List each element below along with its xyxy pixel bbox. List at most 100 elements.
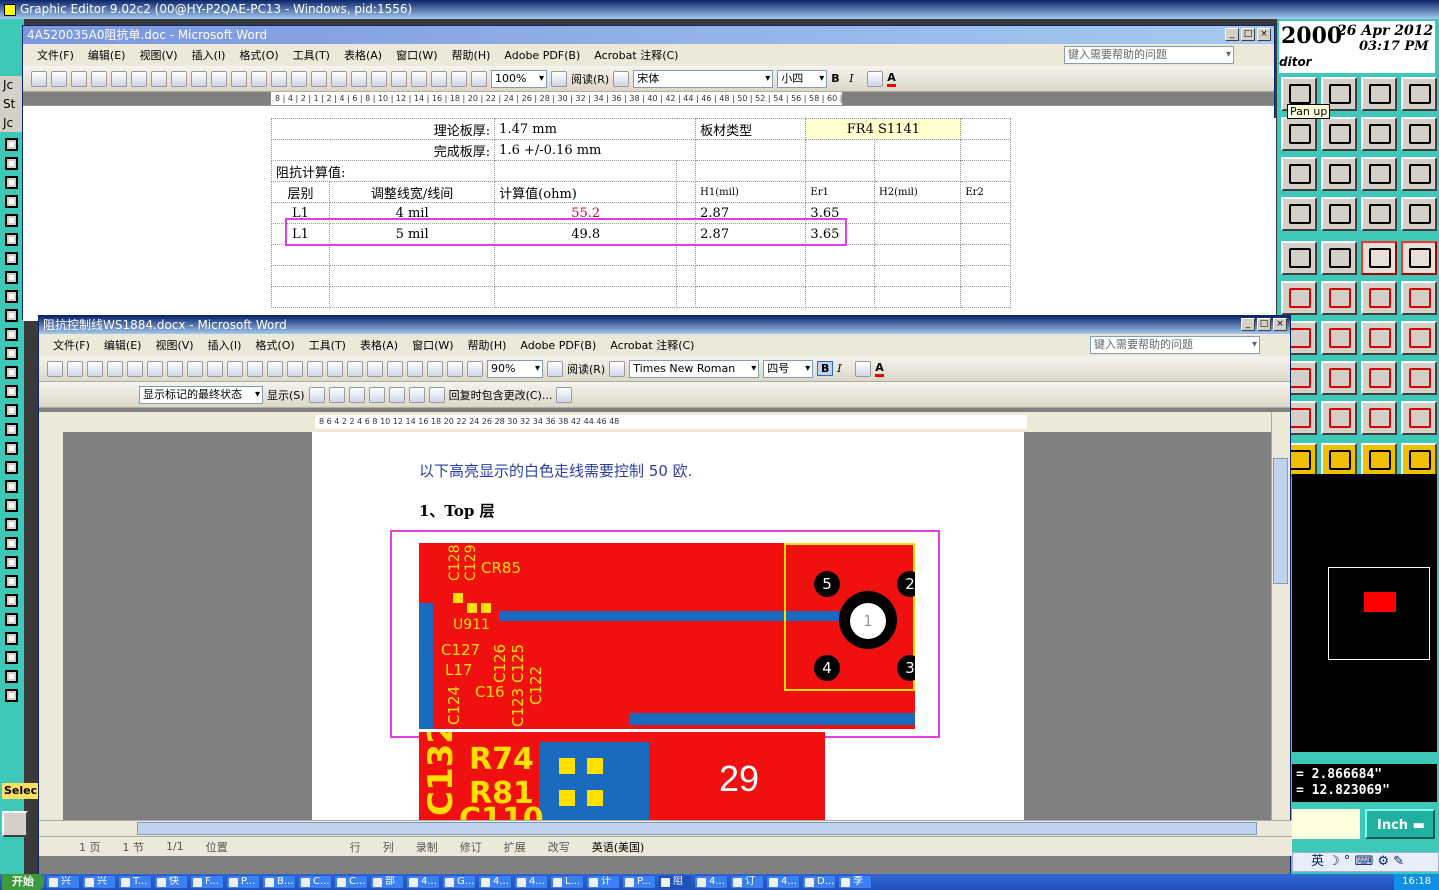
styles-icon[interactable]	[613, 70, 630, 87]
track-icon[interactable]	[428, 386, 445, 403]
print-icon[interactable]	[111, 70, 127, 87]
taskbar-item[interactable]: 兴	[46, 875, 80, 889]
word1-window[interactable]: 4A520035A0阻抗单.doc - Microsoft Word _ □ × 文…	[22, 25, 1276, 321]
taskbar-item[interactable]: F...	[190, 875, 224, 889]
undo-icon[interactable]	[307, 360, 323, 377]
word2-vruler[interactable]	[39, 432, 63, 820]
ime-language[interactable]: 英	[1311, 854, 1324, 869]
ge-left-toolbox[interactable]	[0, 138, 24, 702]
close-button[interactable]: ×	[1257, 28, 1271, 41]
new-icon[interactable]	[47, 360, 63, 377]
maximize-button[interactable]: □	[1241, 28, 1255, 41]
zoom-tool-icon[interactable]	[2, 811, 28, 837]
format-painter-icon[interactable]	[271, 70, 287, 87]
ge-tool-button[interactable]	[1401, 321, 1437, 355]
ge-tool-button[interactable]	[1361, 117, 1397, 151]
tables-icon[interactable]	[351, 70, 367, 87]
layer-toggle-icon[interactable]	[5, 480, 18, 493]
copy-icon[interactable]	[231, 70, 247, 87]
taskbar-item[interactable]: B...	[262, 875, 296, 889]
ime-bar[interactable]: 英 ☽ ° ⌨ ⚙ ✎	[1292, 852, 1439, 872]
menu-acrobat[interactable]: Acrobat 注释(C)	[594, 47, 678, 63]
taskbar-item[interactable]: 阻	[658, 875, 692, 889]
docmap-icon[interactable]	[467, 360, 483, 377]
cut-icon[interactable]	[227, 360, 243, 377]
size-select[interactable]: 四号	[763, 359, 814, 378]
taskbar-item[interactable]: P...	[226, 875, 260, 889]
ge-tool-button[interactable]	[1401, 361, 1437, 395]
ge-tool-button[interactable]	[1401, 117, 1437, 151]
prev-change-icon[interactable]	[308, 386, 325, 403]
ge-tool-button[interactable]	[1401, 401, 1437, 435]
taskbar-item[interactable]: 计	[586, 875, 620, 889]
columns-icon[interactable]	[411, 70, 427, 87]
docmap-icon[interactable]	[451, 70, 467, 87]
ge-minimap[interactable]	[1292, 474, 1437, 752]
menu-insert[interactable]: 插入(I)	[192, 47, 226, 63]
save-icon[interactable]	[71, 70, 87, 87]
layer-toggle-icon[interactable]	[5, 176, 18, 189]
drawing-icon[interactable]	[431, 70, 447, 87]
taskbar-item[interactable]: D...	[802, 875, 836, 889]
reviewing-pane-icon[interactable]	[556, 386, 573, 403]
font-color-icon[interactable]: A	[887, 71, 896, 87]
layer-toggle-icon[interactable]	[5, 518, 18, 531]
tables-icon[interactable]	[367, 360, 383, 377]
font-select[interactable]: 宋体	[633, 69, 774, 88]
taskbar-item[interactable]: 4...	[406, 875, 440, 889]
taskbar-item[interactable]: G...	[442, 875, 476, 889]
menu-window[interactable]: 窗口(W)	[412, 337, 453, 353]
read-button[interactable]: 阅读(R)	[567, 361, 605, 377]
bold-icon[interactable]: B	[831, 72, 845, 85]
ge-tool-button[interactable]	[1361, 281, 1397, 315]
align-icon[interactable]	[855, 360, 872, 377]
ge-tool-button[interactable]	[1281, 157, 1317, 191]
layer-toggle-icon[interactable]	[5, 499, 18, 512]
layer-toggle-icon[interactable]	[5, 613, 18, 626]
layer-toggle-icon[interactable]	[5, 670, 18, 683]
layer-toggle-icon[interactable]	[5, 404, 18, 417]
menu-format[interactable]: 格式(O)	[255, 337, 294, 353]
layer-toggle-icon[interactable]	[5, 347, 18, 360]
menu-tools[interactable]: 工具(T)	[309, 337, 346, 353]
maximize-button[interactable]: □	[1257, 318, 1271, 331]
ge-tool-button[interactable]	[1281, 197, 1317, 231]
ge-tool-button[interactable]	[1401, 241, 1437, 275]
word1-document[interactable]: 理论板厚: 1.47 mm 板材类型 FR4 S1141 完成板厚: 1.6 +/-0.…	[23, 118, 1276, 321]
paste-icon[interactable]	[267, 360, 283, 377]
font-color-icon[interactable]: A	[875, 361, 884, 377]
permission-icon[interactable]	[107, 360, 123, 377]
ge-tool-button[interactable]	[1361, 361, 1397, 395]
layer-toggle-icon[interactable]	[5, 594, 18, 607]
hyperlink-icon[interactable]	[347, 360, 363, 377]
save-icon[interactable]	[87, 360, 103, 377]
ge-tool-button[interactable]	[1321, 197, 1357, 231]
styles-icon[interactable]	[609, 360, 626, 377]
redo-icon[interactable]	[327, 360, 343, 377]
copy-icon[interactable]	[247, 360, 263, 377]
ge-tool-button[interactable]	[1401, 197, 1437, 231]
menu-edit[interactable]: 编辑(E)	[88, 47, 126, 63]
accept-icon[interactable]	[348, 386, 365, 403]
zoom-select[interactable]: 90%	[487, 359, 543, 378]
layer-toggle-icon[interactable]	[5, 442, 18, 455]
insert-table-icon[interactable]	[387, 360, 403, 377]
research-icon[interactable]	[191, 70, 207, 87]
font-select[interactable]: Times New Roman	[629, 359, 760, 378]
layer-toggle-icon[interactable]	[5, 366, 18, 379]
taskbar-item[interactable]: 4...	[514, 875, 548, 889]
cut-icon[interactable]	[211, 70, 227, 87]
layer-toggle-icon[interactable]	[5, 271, 18, 284]
ge-blank-field[interactable]	[1292, 809, 1360, 839]
select-label[interactable]: Selec	[2, 783, 40, 799]
taskbar-item[interactable]: 部	[370, 875, 404, 889]
help-icon[interactable]	[551, 70, 567, 87]
layer-toggle-icon[interactable]	[5, 157, 18, 170]
show-hide-icon[interactable]	[471, 70, 487, 87]
preview-icon[interactable]	[147, 360, 163, 377]
undo-icon[interactable]	[291, 70, 307, 87]
traditional-icon[interactable]	[171, 70, 187, 87]
menu-file[interactable]: 文件(F)	[37, 47, 74, 63]
word1-ruler[interactable]: 8 | 4 | 2 | 1 | 2 | 4 | 6 | 8 | 10 | 12 …	[23, 92, 1274, 106]
research-icon[interactable]	[207, 360, 223, 377]
